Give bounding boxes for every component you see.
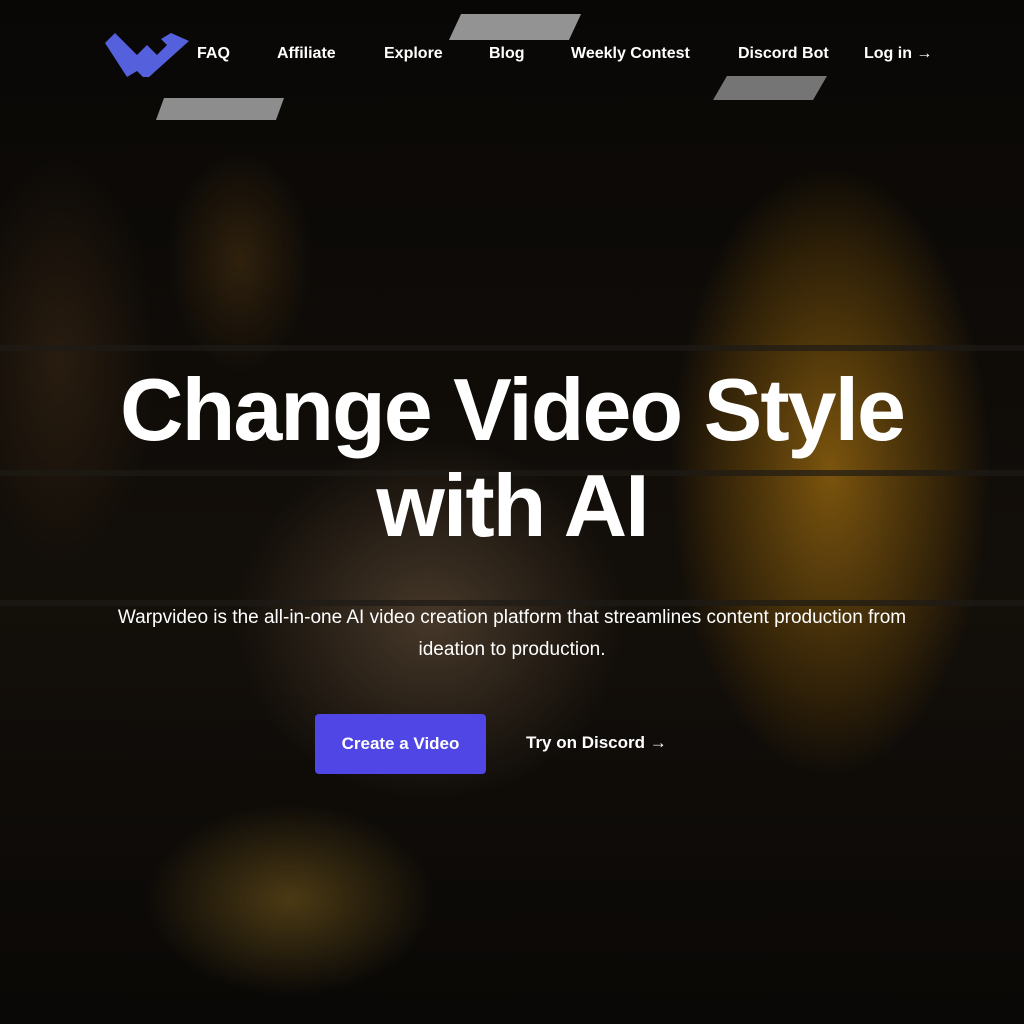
hero-title-line1: Change Video Style <box>120 360 906 459</box>
nav-link-weekly-contest[interactable]: Weekly Contest <box>571 44 690 64</box>
nav-link-discord-bot[interactable]: Discord Bot <box>738 44 829 64</box>
try-on-discord-link[interactable]: Try on Discord → <box>526 733 667 753</box>
login-link[interactable]: Log in → <box>864 44 932 64</box>
hero-title: Change Video Style with AI <box>0 362 1024 554</box>
top-navigation: FAQ Affiliate Explore Blog Weekly Contes… <box>0 0 1024 108</box>
nav-link-affiliate[interactable]: Affiliate <box>277 44 336 64</box>
nav-link-faq[interactable]: FAQ <box>197 44 230 64</box>
nav-link-explore[interactable]: Explore <box>384 44 443 64</box>
create-video-button[interactable]: Create a Video <box>315 714 486 774</box>
logo-link[interactable] <box>105 33 189 77</box>
hero-subtitle: Warpvideo is the all-in-one AI video cre… <box>117 607 907 660</box>
w-logo-icon <box>105 33 189 77</box>
hero-title-line2: with AI <box>376 456 649 555</box>
nav-link-blog[interactable]: Blog <box>489 44 525 64</box>
